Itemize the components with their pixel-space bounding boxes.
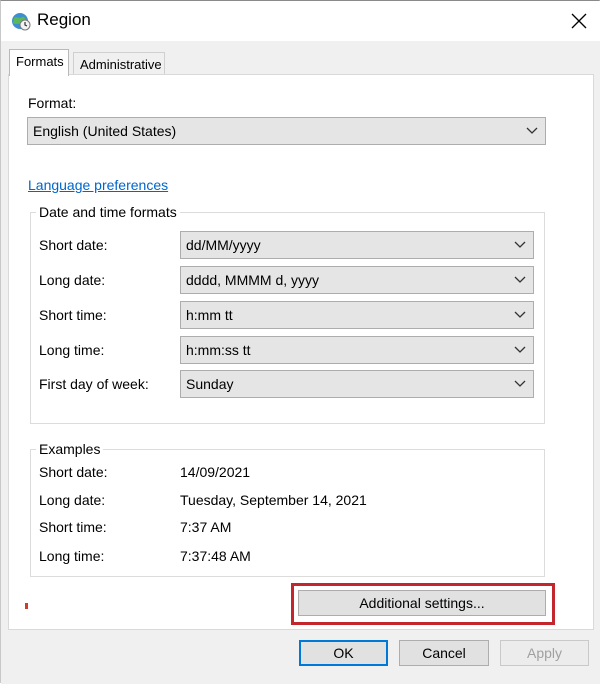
examples-title: Examples [36,441,104,457]
close-icon [571,13,587,29]
date-time-formats-title: Date and time formats [36,204,180,220]
chevron-down-icon [514,346,526,353]
short-time-label: Short time: [39,307,107,323]
chevron-down-icon [514,380,526,387]
first-day-of-week-dropdown[interactable]: Sunday [180,370,534,398]
window-title: Region [37,10,91,29]
chevron-down-icon [514,311,526,318]
chevron-down-icon [514,276,526,283]
short-date-dropdown[interactable]: dd/MM/yyyy [180,231,534,259]
short-time-dropdown[interactable]: h:mm tt [180,301,534,329]
example-short-time-value: 7:37 AM [180,519,232,535]
chevron-down-icon [514,241,526,248]
tab-formats[interactable]: Formats [9,49,69,76]
short-time-format-value: h:mm tt [186,307,233,323]
tab-administrative[interactable]: Administrative [73,52,165,76]
format-dropdown[interactable]: English (United States) [27,117,546,145]
long-date-dropdown[interactable]: dddd, MMMM d, yyyy [180,266,534,294]
example-long-date-value: Tuesday, September 14, 2021 [180,492,367,508]
globe-clock-icon [12,13,31,31]
red-mark [25,603,28,609]
additional-settings-button[interactable]: Additional settings... [298,590,546,616]
example-long-date-label: Long date: [39,492,106,508]
long-time-dropdown[interactable]: h:mm:ss tt [180,336,534,364]
long-time-label: Long time: [39,342,105,358]
example-long-time-label: Long time: [39,548,105,564]
format-label: Format: [28,95,77,111]
example-long-time-value: 7:37:48 AM [180,548,251,564]
first-day-of-week-label: First day of week: [39,376,149,392]
chevron-down-icon [526,127,538,134]
tab-administrative-label: Administrative [80,57,162,72]
short-date-label: Short date: [39,237,108,253]
long-date-label: Long date: [39,272,106,288]
example-short-time-label: Short time: [39,519,107,535]
title-bar: Region [1,1,600,41]
format-value: English (United States) [33,123,177,139]
close-button[interactable] [557,3,600,39]
region-dialog: Region Formats Administrative Format: En… [0,0,600,684]
cancel-button[interactable]: Cancel [399,640,489,666]
first-day-of-week-value: Sunday [186,376,234,392]
example-short-date-value: 14/09/2021 [180,464,251,480]
ok-button[interactable]: OK [299,640,388,666]
example-short-date-label: Short date: [39,464,108,480]
short-date-format-value: dd/MM/yyyy [186,237,261,253]
long-time-format-value: h:mm:ss tt [186,342,251,358]
long-date-format-value: dddd, MMMM d, yyyy [186,272,320,288]
apply-button[interactable]: Apply [500,640,589,666]
language-preferences-link[interactable]: Language preferences [28,177,168,193]
tab-formats-label: Formats [16,54,64,69]
